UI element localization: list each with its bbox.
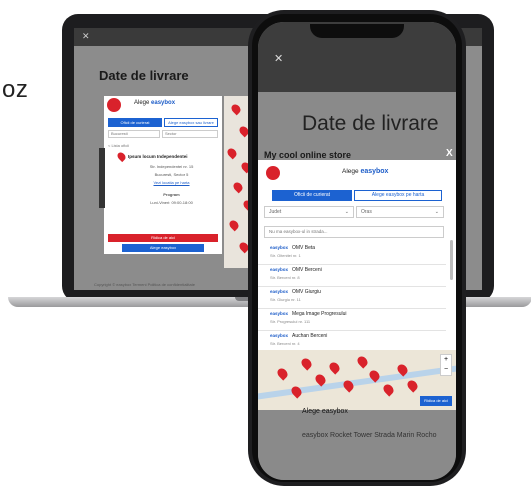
store-name: My cool online store (264, 150, 352, 160)
phone-footer-text: easybox Rocket Tower Strada Marin Rocho (302, 432, 437, 439)
widget-title: Alege easybox (134, 100, 176, 106)
list-item-name: Auchan Berceni (292, 333, 328, 339)
list-item-address: Str. Giurgiu nr. 11 (270, 297, 301, 302)
county-select[interactable]: Bucuresti (108, 130, 160, 138)
map-pin-icon[interactable] (355, 354, 370, 369)
chevron-down-icon: ⌄ (344, 209, 349, 215)
map-river (258, 361, 456, 401)
close-icon[interactable]: ✕ (274, 52, 283, 65)
easybox-logo-icon (266, 166, 280, 180)
tab-courier-offices[interactable]: Oficii de curierat (108, 118, 162, 127)
easybox-brand-icon: easybox (270, 311, 289, 316)
county-select[interactable]: Judet ⌄ (264, 206, 354, 218)
easybox-brand-icon: easybox (270, 267, 289, 272)
map-pin-icon[interactable] (275, 366, 290, 381)
map-pin-icon[interactable] (299, 356, 314, 371)
choose-easybox-label: Alege easybox (302, 408, 348, 415)
schedule-hours: Luni-Vineri: 09:00-18:00 (150, 200, 193, 205)
tab-easybox-map[interactable]: Alege easybox pe harta (354, 190, 442, 201)
map-zoom-control[interactable]: + − (440, 354, 452, 376)
schedule-label: Program (163, 192, 180, 197)
location-pin-icon (115, 150, 128, 163)
map-pin-icon[interactable] (225, 146, 239, 160)
list-scrollbar[interactable] (450, 240, 453, 280)
location-name: Ipsum locum Independentei (128, 154, 188, 159)
location-detail: Str. Independentei nr. 15 (149, 164, 194, 169)
map-pin-icon[interactable] (381, 382, 396, 397)
laptop-footer-text: Copyright © easybox Termeni Politica de … (94, 282, 195, 287)
easybox-brand-icon: easybox (270, 333, 289, 338)
easybox-logo-icon (107, 98, 121, 112)
widget-title: Alege easybox (342, 168, 389, 175)
map-pin-icon[interactable] (231, 180, 245, 194)
list-item-name: OMV Giurgiu (292, 289, 321, 295)
search-input[interactable]: Nu ma easybox-ul in strada... (264, 226, 444, 238)
laptop-side-strip (99, 148, 105, 208)
city-select[interactable]: Oras ⌄ (356, 206, 444, 218)
dialog-close-button[interactable]: X (446, 148, 453, 159)
list-item-address: Str. Berceni nr. 8 (270, 275, 300, 280)
tab-courier-offices[interactable]: Oficii de curierat (272, 190, 352, 201)
location-detail: Bucuresti, Sector 5 (154, 172, 189, 177)
list-item-address: Str. Oltenitei nr. 1 (270, 253, 301, 258)
easybox-brand-icon: easybox (270, 245, 289, 250)
map-pickup-button[interactable]: Ridica de aici (420, 396, 452, 406)
list-item-address: Str. Progresului nr. 111 (270, 319, 311, 324)
list-item-name: OMV Beta (292, 245, 316, 251)
map-pin-icon[interactable] (327, 360, 342, 375)
phone-notch (310, 24, 404, 38)
location-list: easybox OMV Beta Str. Oltenitei nr. 1 ea… (258, 240, 456, 348)
phone-screen: ✕ Date de livrare My cool online store X… (258, 22, 456, 480)
laptop-page-title: Date de livrare (99, 68, 189, 83)
laptop-easybox-widget: Alege easybox Oficii de curierat Alege e… (104, 96, 222, 254)
city-select[interactable]: Sector (162, 130, 218, 138)
close-icon[interactable]: ✕ (82, 31, 90, 42)
choose-easybox-button[interactable]: Alege easybox (122, 244, 204, 252)
map-pin-icon[interactable] (227, 218, 241, 232)
map-pin-icon[interactable] (229, 102, 243, 116)
back-link[interactable]: < Lista oficii (108, 143, 129, 148)
list-item-name: Mega Image Progresului (292, 311, 347, 317)
phone-page-title: Date de livrare (302, 112, 439, 135)
pickup-here-button[interactable]: Ridica de aici (108, 234, 218, 242)
phone-easybox-widget: Alege easybox Oficii de curierat Alege e… (258, 160, 456, 410)
easybox-brand-icon: easybox (270, 289, 289, 294)
list-item-address: Str. Berceni nr. 4 (270, 341, 300, 346)
list-item[interactable]: easybox Auchan Berceni Str. Berceni nr. … (258, 328, 446, 348)
list-item-name: OMV Berceni (292, 267, 322, 273)
fragment-text: oz (2, 76, 29, 103)
phone-map[interactable]: + − Ridica de aici (258, 350, 456, 410)
map-link[interactable]: Vezi locatia pe harta (124, 180, 219, 185)
tab-easybox-map[interactable]: Alege easybox sau livrare (164, 118, 218, 127)
map-pin-icon[interactable] (405, 378, 420, 393)
chevron-down-icon: ⌄ (434, 209, 439, 215)
